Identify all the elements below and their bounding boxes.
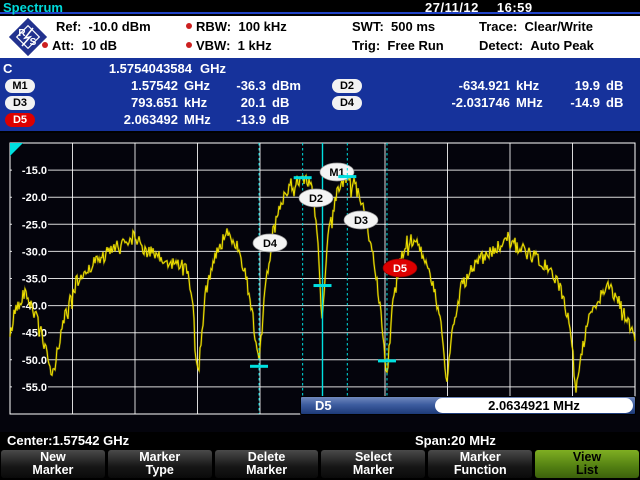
coupled-dot-icon xyxy=(42,42,48,48)
marker-value-entry: D5 2.0634921 MHz xyxy=(300,396,636,415)
marker-table: C 1.5754043584 GHz M1 1.57542 GHz -36.3 … xyxy=(0,58,640,133)
sweep-time[interactable]: SWT: 500 ms xyxy=(352,19,435,34)
center-frequency[interactable]: Center:1.57542 GHz xyxy=(7,433,129,448)
trace-mode[interactable]: Trace: Clear/Write xyxy=(479,19,593,34)
marker-badge-d5: D5 xyxy=(5,113,35,127)
softkey-select-marker[interactable]: SelectMarker xyxy=(321,450,425,478)
svg-text:-55.0: -55.0 xyxy=(22,382,47,394)
softkey-marker-type[interactable]: MarkerType xyxy=(108,450,212,478)
svg-text:R: R xyxy=(18,28,26,39)
mode-title: Spectrum xyxy=(3,0,63,15)
title-bar: Spectrum 27/11/12 16:59 xyxy=(0,0,640,14)
softkey-marker-function[interactable]: MarkerFunction xyxy=(428,450,532,478)
rbw[interactable]: RBW: 100 kHz xyxy=(186,19,287,34)
date-text: 27/11/12 xyxy=(425,0,479,15)
center-freq-unit: GHz xyxy=(200,61,226,76)
marker-badge-d2: D2 xyxy=(332,79,362,93)
datetime: 27/11/12 16:59 xyxy=(425,0,533,15)
span-setting[interactable]: Span:20 MHz xyxy=(415,433,496,448)
ref-level[interactable]: Ref: -10.0 dBm xyxy=(56,19,151,34)
svg-text:D4: D4 xyxy=(263,238,278,250)
status-bar: Center:1.57542 GHz Span:20 MHz xyxy=(0,432,640,449)
center-freq-badge: C xyxy=(3,61,12,76)
svg-text:-40.0: -40.0 xyxy=(22,301,47,313)
coupled-dot-icon xyxy=(186,42,192,48)
svg-text:D5: D5 xyxy=(393,263,407,275)
softkey-bar: NewMarker MarkerType DeleteMarker Select… xyxy=(0,449,640,480)
vbw[interactable]: VBW: 1 kHz xyxy=(186,38,272,53)
svg-text:S: S xyxy=(30,37,37,48)
marker-entry-label: D5 xyxy=(315,398,332,413)
detector[interactable]: Detect: Auto Peak xyxy=(479,38,594,53)
softkey-delete-marker[interactable]: DeleteMarker xyxy=(215,450,319,478)
chart-region: -15.0-20.0-25.0-30.0-35.0-40.0-45.0-50.0… xyxy=(0,133,640,432)
time-text: 16:59 xyxy=(497,0,533,15)
center-freq-row: C 1.5754043584 GHz xyxy=(0,62,328,78)
coupled-dot-icon xyxy=(186,23,192,29)
spectrum-analyzer-screen: Spectrum 27/11/12 16:59 R S Ref: -10.0 dB… xyxy=(0,0,640,480)
svg-text:D3: D3 xyxy=(354,215,368,227)
softkey-new-marker[interactable]: NewMarker xyxy=(1,450,105,478)
svg-text:-25.0: -25.0 xyxy=(22,219,47,231)
spectrum-plot: -15.0-20.0-25.0-30.0-35.0-40.0-45.0-50.0… xyxy=(0,133,640,432)
attenuation[interactable]: Att: 10 dB xyxy=(42,38,117,53)
marker-entry-input[interactable]: 2.0634921 MHz xyxy=(435,398,633,413)
marker-row-d4[interactable]: D4 -2.031746 MHz -14.9 dB xyxy=(0,96,640,112)
softkey-view-list[interactable]: ViewList xyxy=(535,450,639,478)
svg-text:-50.0: -50.0 xyxy=(22,355,47,367)
marker-row-d2[interactable]: D2 -634.921 kHz 19.9 dB xyxy=(0,79,640,95)
svg-text:-15.0: -15.0 xyxy=(22,165,47,177)
svg-text:D2: D2 xyxy=(309,193,323,205)
svg-text:-30.0: -30.0 xyxy=(22,246,47,258)
svg-text:-35.0: -35.0 xyxy=(22,274,47,286)
settings-panel: R S Ref: -10.0 dBm Att: 10 dB RBW: 100 k… xyxy=(0,16,640,58)
svg-text:-20.0: -20.0 xyxy=(22,192,47,204)
center-freq-value: 1.5754043584 xyxy=(40,61,192,76)
trigger[interactable]: Trig: Free Run xyxy=(352,38,444,53)
marker-row-d5[interactable]: D5 2.063492 MHz -13.9 dB xyxy=(0,113,328,129)
marker-badge-d4: D4 xyxy=(332,96,362,110)
